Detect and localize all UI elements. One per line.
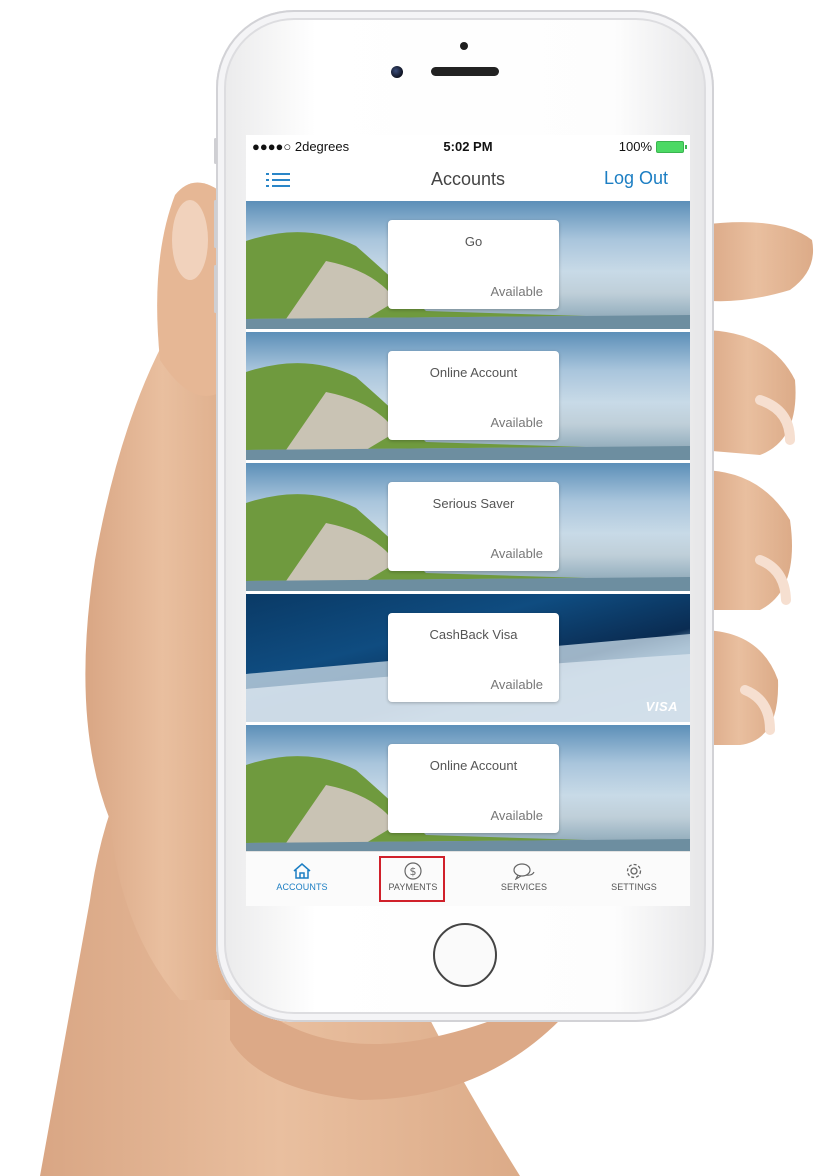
account-tile-serious-saver[interactable]: Serious Saver Available <box>246 463 690 591</box>
account-status: Available <box>490 808 543 823</box>
mute-switch <box>214 138 217 164</box>
gear-icon <box>626 863 642 879</box>
battery-percent: 100% <box>618 139 652 154</box>
account-card: Serious Saver Available <box>388 482 559 571</box>
earpiece-speaker <box>431 67 499 76</box>
account-status: Available <box>490 677 543 692</box>
account-card: Online Account Available <box>388 744 559 833</box>
tab-accounts[interactable]: ACCOUNTS <box>252 852 352 906</box>
account-tile-cashback-visa[interactable]: CashBack Visa Available VISA <box>246 594 690 722</box>
visa-logo: VISA <box>645 699 678 714</box>
status-bar: ●●●●○ 2degrees 5:02 PM 100% <box>246 135 690 159</box>
account-name: Serious Saver <box>432 496 515 511</box>
status-right: 100% <box>618 139 687 154</box>
chat-bubbles-icon <box>513 863 535 880</box>
account-tile-go[interactable]: Go Available <box>246 201 690 329</box>
payments-highlight-box <box>379 856 445 902</box>
account-name: CashBack Visa <box>429 627 518 642</box>
tab-services[interactable]: SERVICES <box>474 852 574 906</box>
account-status: Available <box>490 284 543 299</box>
proximity-sensor <box>460 42 468 50</box>
volume-down-button <box>214 265 217 313</box>
account-tile-online-account-2[interactable]: Online Account Available <box>246 725 690 853</box>
account-name: Online Account <box>429 758 518 773</box>
account-card: Online Account Available <box>388 351 559 440</box>
tab-bar: ACCOUNTS $ PAYMENTS SERVICES SETTINGS <box>246 851 690 906</box>
logout-button[interactable]: Log Out <box>604 168 668 189</box>
front-camera <box>391 66 403 78</box>
phone-screen: ●●●●○ 2degrees 5:02 PM 100% Accounts Log… <box>246 135 690 906</box>
tab-label: ACCOUNTS <box>276 882 328 892</box>
tab-settings[interactable]: SETTINGS <box>584 852 684 906</box>
account-status: Available <box>490 415 543 430</box>
account-tile-online-account[interactable]: Online Account Available <box>246 332 690 460</box>
account-card: CashBack Visa Available <box>388 613 559 702</box>
account-card: Go Available <box>388 220 559 309</box>
tab-label: SETTINGS <box>611 882 657 892</box>
home-icon <box>293 863 311 879</box>
tab-label: SERVICES <box>500 882 548 892</box>
volume-up-button <box>214 200 217 248</box>
account-status: Available <box>490 546 543 561</box>
battery-icon <box>656 140 687 153</box>
account-name: Go <box>464 234 483 249</box>
accounts-list: Go Available Online Account Available Se… <box>246 201 690 856</box>
home-button[interactable] <box>433 923 497 987</box>
navigation-bar: Accounts Log Out <box>246 159 690 201</box>
account-name: Online Account <box>429 365 518 380</box>
